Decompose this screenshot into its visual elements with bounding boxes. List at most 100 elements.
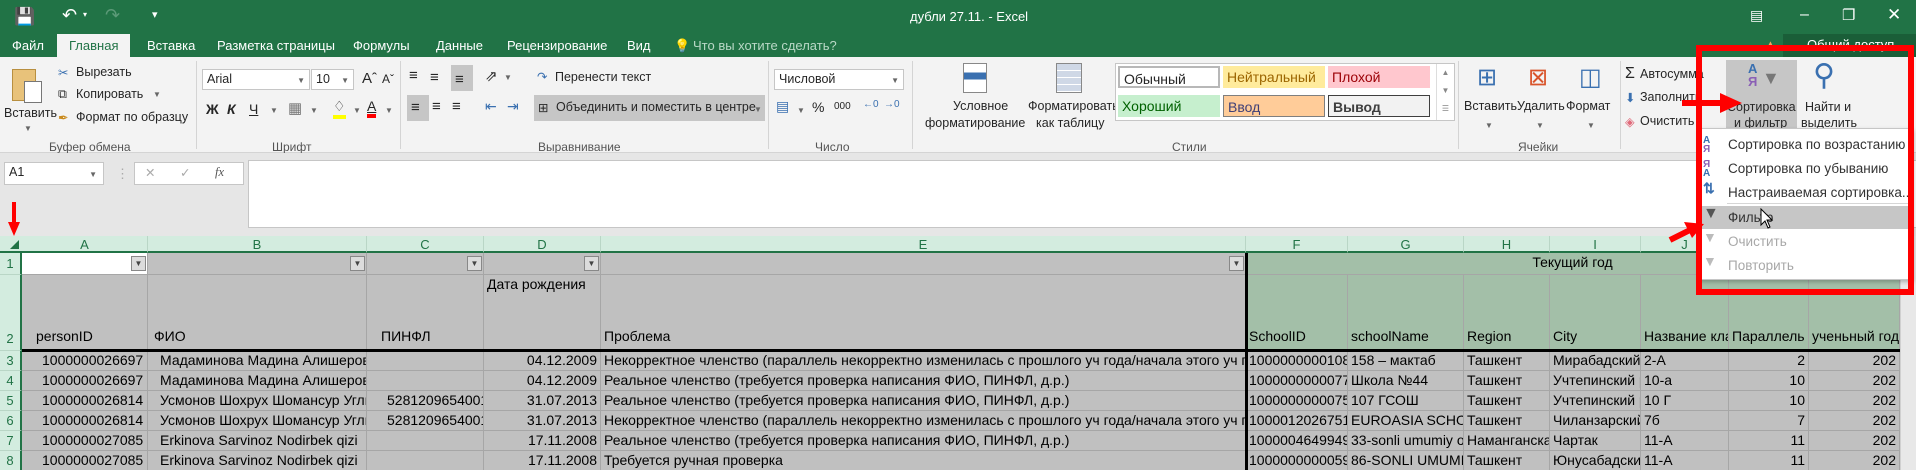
- header-cell-3[interactable]: ПИНФЛ: [367, 275, 484, 351]
- undo-dropdown-icon[interactable]: ▾: [83, 10, 87, 19]
- decrease-font-icon[interactable]: Aˇ: [382, 72, 394, 86]
- font-size-select[interactable]: 10 ▼: [311, 69, 354, 90]
- data-cell[interactable]: EUROASIA SCHO: [1348, 411, 1464, 431]
- data-cell[interactable]: 17.11.2008: [484, 431, 601, 451]
- data-cell[interactable]: Ташкент: [1464, 411, 1550, 431]
- decrease-indent-icon[interactable]: ⇤: [485, 98, 497, 115]
- style-input[interactable]: Ввод: [1223, 95, 1325, 117]
- data-cell[interactable]: 86-SONLI UMUMIY: [1348, 451, 1464, 470]
- row-header-8[interactable]: 8: [0, 451, 22, 470]
- merge-dropdown-icon[interactable]: ▼: [754, 105, 762, 114]
- column-header-i[interactable]: I: [1550, 236, 1641, 253]
- data-cell[interactable]: Мирабадский: [1550, 351, 1641, 371]
- header-cell-7[interactable]: schoolName: [1348, 275, 1464, 351]
- column-header-h[interactable]: H: [1464, 236, 1550, 253]
- styles-gallery-scrollbar[interactable]: ▲ ▼ ☰: [1436, 64, 1454, 120]
- column-header-e[interactable]: E: [601, 236, 1246, 253]
- data-cell[interactable]: [367, 431, 484, 451]
- paste-button[interactable]: [10, 65, 44, 105]
- increase-indent-icon[interactable]: ⇥: [507, 98, 519, 115]
- tell-me-input[interactable]: Что вы хотите сделать?: [693, 38, 837, 53]
- filter-dropdown-button[interactable]: ▼: [584, 256, 599, 271]
- data-cell[interactable]: 2: [1729, 351, 1809, 371]
- data-cell[interactable]: 10-а: [1641, 371, 1729, 391]
- undo-icon[interactable]: ↶: [62, 5, 77, 26]
- format-painter-button[interactable]: Формат по образцу: [76, 110, 188, 124]
- tab-formulas[interactable]: Формулы: [353, 38, 410, 53]
- save-icon[interactable]: 💾: [14, 7, 35, 27]
- cell-r1-e[interactable]: [601, 253, 1246, 275]
- underline-dropdown-icon[interactable]: ▼: [270, 106, 278, 115]
- cut-button[interactable]: Вырезать: [76, 65, 132, 79]
- cell-r1-a[interactable]: [22, 253, 148, 275]
- decrease-decimal-icon[interactable]: →0: [884, 99, 900, 110]
- drag-handle-icon[interactable]: ⋮: [116, 166, 129, 182]
- increase-decimal-icon[interactable]: ←0: [863, 99, 879, 110]
- data-cell[interactable]: Усмонов Шохрух Шомансур Угли: [148, 411, 367, 431]
- merge-center-button[interactable]: ⊞ Объединить и поместить в центре ▼: [534, 95, 765, 121]
- orientation-icon[interactable]: ⇗: [485, 67, 498, 85]
- data-cell[interactable]: Учтепинский р: [1550, 371, 1641, 391]
- data-cell[interactable]: 10: [1729, 371, 1809, 391]
- column-header-b[interactable]: B: [148, 236, 367, 253]
- bold-button[interactable]: Ж: [206, 101, 219, 117]
- data-cell[interactable]: 202: [1809, 391, 1900, 411]
- tab-view[interactable]: Вид: [627, 38, 651, 53]
- data-cell[interactable]: Реальное членство (требуется проверка на…: [601, 371, 1246, 391]
- data-cell[interactable]: Ташкент: [1464, 371, 1550, 391]
- filter-dropdown-button[interactable]: ▼: [350, 256, 365, 271]
- copy-dropdown-icon[interactable]: ▼: [153, 90, 161, 99]
- row-header-6[interactable]: 6: [0, 411, 22, 431]
- data-cell[interactable]: 202: [1809, 371, 1900, 391]
- data-cell[interactable]: Юнусабадский: [1550, 451, 1641, 470]
- data-cell[interactable]: 1000000026697: [22, 371, 148, 391]
- data-cell[interactable]: 1000000027085: [22, 451, 148, 470]
- copy-button[interactable]: Копировать: [76, 87, 143, 101]
- column-header-c[interactable]: C: [367, 236, 484, 253]
- data-cell[interactable]: 1000004649949: [1246, 431, 1348, 451]
- orientation-dropdown-icon[interactable]: ▼: [504, 73, 512, 82]
- data-cell[interactable]: 1000000027085: [22, 431, 148, 451]
- data-cell[interactable]: Ташкент: [1464, 391, 1550, 411]
- insert-function-icon[interactable]: fx: [215, 165, 224, 180]
- ribbon-display-icon[interactable]: ▤: [1750, 7, 1763, 24]
- align-center-icon[interactable]: ≡: [432, 98, 441, 115]
- header-cell-9[interactable]: City: [1550, 275, 1641, 351]
- name-box[interactable]: A1 ▼: [4, 162, 104, 185]
- data-cell[interactable]: [367, 351, 484, 371]
- insert-cells-button[interactable]: ⊞ Вставить ▼: [1463, 59, 1517, 135]
- data-cell[interactable]: 1000000026814: [22, 411, 148, 431]
- data-cell[interactable]: 7: [1729, 411, 1809, 431]
- row-header-1[interactable]: 1: [0, 253, 22, 275]
- wrap-text-button[interactable]: Перенести текст: [555, 70, 651, 84]
- data-cell[interactable]: 1000000026814: [22, 391, 148, 411]
- data-cell[interactable]: [367, 451, 484, 470]
- column-header-d[interactable]: D: [484, 236, 601, 253]
- font-color-dropdown-icon[interactable]: ▼: [385, 106, 393, 115]
- data-cell[interactable]: Усмонов Шохрух Шомансур Угли: [148, 391, 367, 411]
- style-output[interactable]: Вывод: [1328, 95, 1430, 117]
- data-cell[interactable]: 202: [1809, 431, 1900, 451]
- clear-button[interactable]: Очистить: [1640, 114, 1694, 128]
- format-as-table-button[interactable]: Форматировать как таблицу: [1028, 59, 1119, 135]
- data-cell[interactable]: Наманганская: [1464, 431, 1550, 451]
- data-cell[interactable]: 7б: [1641, 411, 1729, 431]
- align-left-icon[interactable]: ≡: [407, 95, 429, 121]
- column-header-a[interactable]: A: [22, 236, 148, 253]
- minimize-icon[interactable]: –: [1800, 6, 1809, 24]
- row-header-3[interactable]: 3: [0, 351, 22, 371]
- font-name-select[interactable]: Arial ▼: [202, 69, 310, 90]
- currency-dropdown-icon[interactable]: ▼: [797, 106, 805, 115]
- font-color-icon[interactable]: A: [367, 98, 377, 118]
- row-header-4[interactable]: 4: [0, 371, 22, 391]
- data-cell[interactable]: 158 – мактаб: [1348, 351, 1464, 371]
- data-cell[interactable]: 11: [1729, 451, 1809, 470]
- filter-dropdown-button[interactable]: ▼: [131, 256, 146, 271]
- data-cell[interactable]: 202: [1809, 411, 1900, 431]
- cancel-icon[interactable]: ✕: [145, 165, 155, 180]
- data-cell[interactable]: Мадаминова Мадина Алишеровна: [148, 371, 367, 391]
- tab-file[interactable]: Файл: [12, 38, 44, 53]
- tab-review[interactable]: Рецензирование: [507, 38, 607, 53]
- data-cell[interactable]: 107 ГСОШ: [1348, 391, 1464, 411]
- header-cell-8[interactable]: Region: [1464, 275, 1550, 351]
